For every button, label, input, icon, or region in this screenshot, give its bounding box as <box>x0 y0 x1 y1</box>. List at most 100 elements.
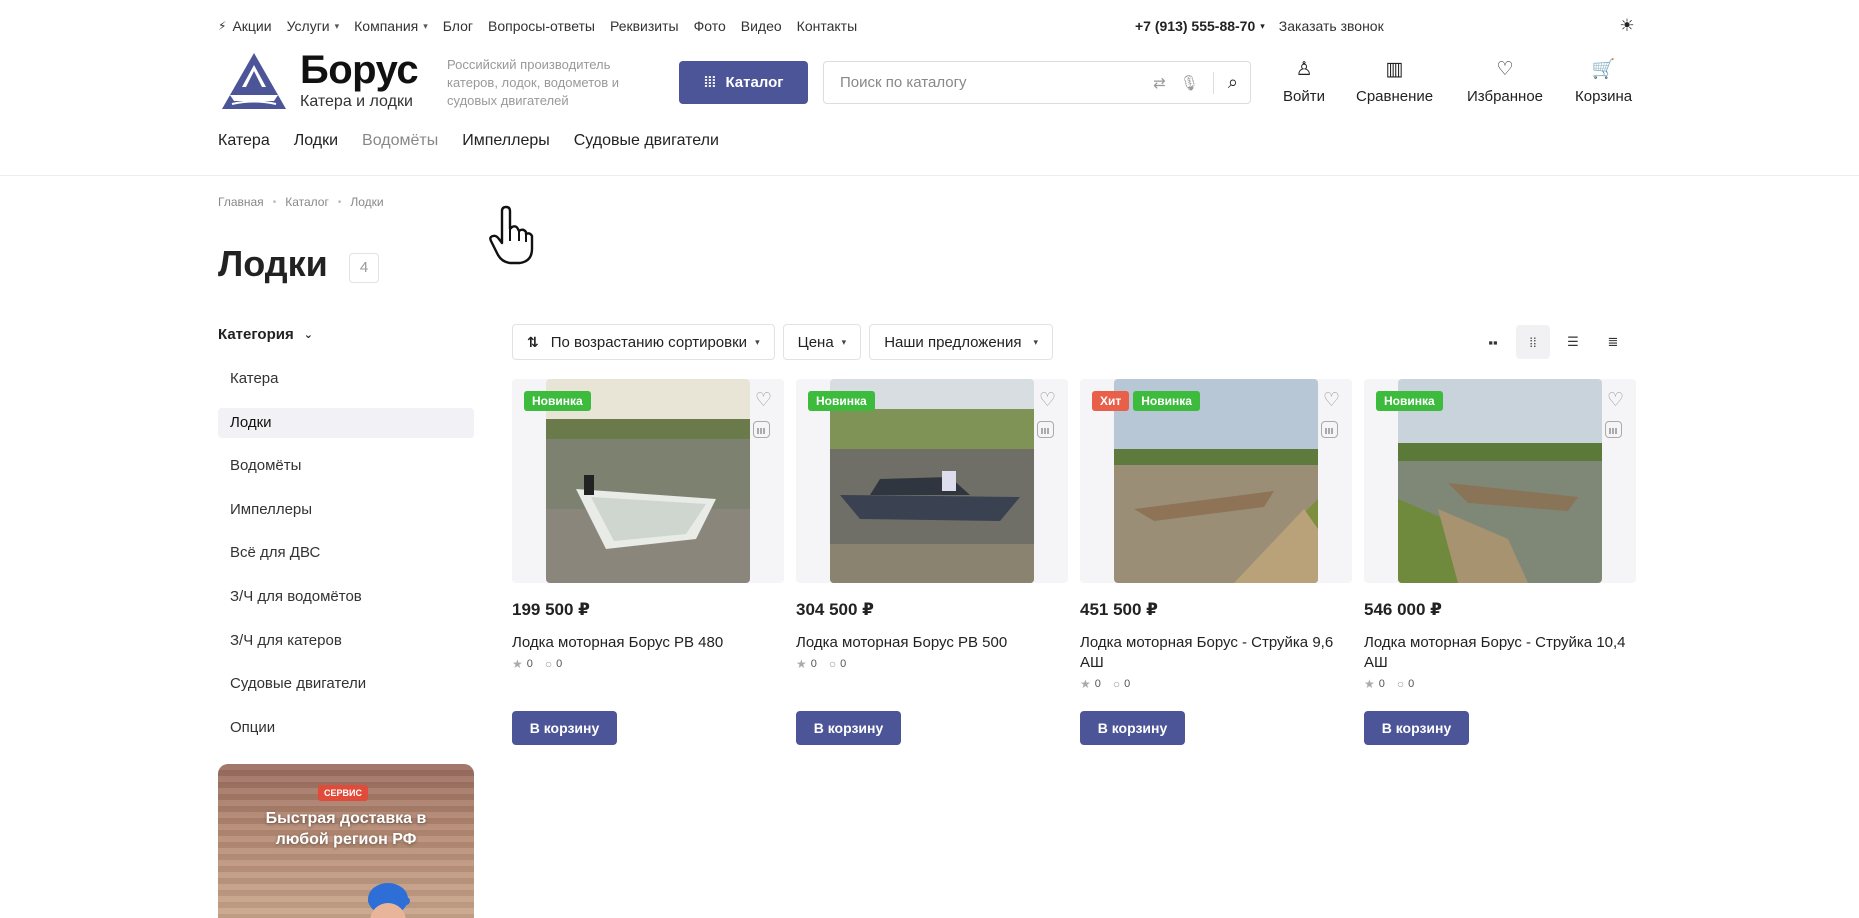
product-card[interactable]: Новинка ♡ 546 000 ₽ Лодка моторная Борус… <box>1364 379 1636 745</box>
search-input[interactable] <box>824 74 1124 91</box>
compact-list-view-icon[interactable]: ≣ <box>1596 325 1630 359</box>
comment-icon: ○ <box>1112 677 1121 691</box>
caret-down-icon: ▾ <box>423 20 428 31</box>
nav-boats-katera[interactable]: Катера <box>218 132 270 150</box>
login-button[interactable]: ♙ Войти <box>1283 58 1325 105</box>
promo-link[interactable]: ⚡ Акции <box>218 18 272 34</box>
breadcrumb-home[interactable]: Главная <box>218 195 264 209</box>
breadcrumb-current: Лодки <box>350 195 384 209</box>
product-name[interactable]: Лодка моторная Борус - Струйка 9,6 АШ <box>1080 633 1352 673</box>
breadcrumb-catalog[interactable]: Каталог <box>285 195 329 209</box>
caret-down-icon: ▾ <box>334 20 340 31</box>
category-item[interactable]: З/Ч для катеров <box>218 626 474 656</box>
category-item[interactable]: Катера <box>218 364 474 394</box>
product-name[interactable]: Лодка моторная Борус РВ 480 <box>512 633 784 653</box>
contacts-link[interactable]: Контакты <box>797 18 857 34</box>
caret-down-icon: ▾ <box>1033 336 1038 347</box>
header-divider <box>0 175 1859 176</box>
video-link[interactable]: Видео <box>741 18 782 34</box>
add-to-cart-button[interactable]: В корзину <box>1364 711 1469 745</box>
category-item[interactable]: Судовые двигатели <box>218 669 474 699</box>
theme-toggle-sun-icon[interactable]: ☀ <box>1617 16 1637 36</box>
category-item[interactable]: Импеллеры <box>218 495 474 525</box>
banner-title: Быстрая доставка в любой регион РФ <box>265 810 427 848</box>
chevron-down-icon: ⌄ <box>303 329 313 341</box>
product-image-area[interactable]: Новинка ♡ <box>796 379 1068 583</box>
faq-link[interactable]: Вопросы-ответы <box>488 18 595 34</box>
add-to-cart-button[interactable]: В корзину <box>1080 711 1185 745</box>
top-menu: ⚡ Акции Услуги ▾ Компания ▾ Блог Вопросы-от… <box>218 14 872 38</box>
favorite-heart-icon[interactable]: ♡ <box>1607 389 1624 412</box>
photo-link[interactable]: Фото <box>694 18 726 34</box>
category-toggle[interactable]: Категория ⌄ <box>218 326 313 343</box>
list-view-icon[interactable]: ☰ <box>1556 325 1590 359</box>
nav-marine-engines[interactable]: Судовые двигатели <box>574 132 719 150</box>
product-image-area[interactable]: Хит Новинка ♡ <box>1080 379 1352 583</box>
requisites-link[interactable]: Реквизиты <box>610 18 679 34</box>
nav-boats-lodki[interactable]: Лодки <box>294 132 338 150</box>
product-price: 304 500 ₽ <box>796 600 875 619</box>
price-filter-dropdown[interactable]: Цена ▾ <box>782 324 862 360</box>
cart-icon: 🛒 <box>1591 59 1616 80</box>
company-menu[interactable]: Компания ▾ <box>354 18 428 34</box>
category-item[interactable]: З/Ч для водомётов <box>218 582 474 612</box>
star-icon: ★ <box>1080 677 1091 691</box>
catalog-button[interactable]: ⁞⁞⁞ Каталог <box>679 61 808 104</box>
star-icon: ★ <box>512 657 523 671</box>
filter-sliders-icon[interactable]: ⇄ <box>1153 74 1166 92</box>
category-item-active[interactable]: Лодки <box>218 407 474 438</box>
breadcrumb-separator: • <box>337 196 342 208</box>
compare-icon[interactable] <box>1037 421 1054 438</box>
logo[interactable]: Борус Катера и лодки <box>218 50 419 111</box>
compare-icon: ▥ <box>1385 59 1404 80</box>
mountain-boat-logo-icon <box>222 52 286 109</box>
microphone-icon[interactable]: 🎙 <box>1180 74 1199 92</box>
product-image-area[interactable]: Новинка ♡ <box>1364 379 1636 583</box>
heart-icon: ♡ <box>1496 59 1514 80</box>
caret-down-icon: ▾ <box>841 336 847 347</box>
delivery-banner[interactable]: СЕРВИС Быстрая доставка в любой регион Р… <box>218 764 474 918</box>
product-card[interactable]: Хит Новинка ♡ 451 500 ₽ Лодка моторная Бо… <box>1080 379 1352 745</box>
services-menu[interactable]: Услуги ▾ <box>287 18 340 34</box>
badge-new: Новинка <box>524 391 591 411</box>
phone-number[interactable]: +7 (913) 555-88-70 <box>1135 18 1255 34</box>
comment-icon: ○ <box>544 657 553 671</box>
product-image-area[interactable]: Новинка ♡ <box>512 379 784 583</box>
product-name[interactable]: Лодка моторная Борус - Струйка 10,4 АШ <box>1364 633 1636 673</box>
add-to-cart-button[interactable]: В корзину <box>512 711 617 745</box>
favorite-heart-icon[interactable]: ♡ <box>755 389 772 412</box>
callback-link[interactable]: Заказать звонок <box>1279 18 1384 34</box>
product-card[interactable]: Новинка ♡ 304 500 ₽ Лодка моторная Борус… <box>796 379 1068 745</box>
badge-new: Новинка <box>808 391 875 411</box>
small-grid-view-icon[interactable]: ⁞⁞ <box>1516 325 1550 359</box>
main-nav: Катера Лодки Водомёты Импеллеры Судовые … <box>218 132 743 150</box>
compare-icon[interactable] <box>753 421 770 438</box>
compare-button[interactable]: ▥ Сравнение <box>1356 58 1433 105</box>
badge-new: Новинка <box>1376 391 1443 411</box>
sort-dropdown[interactable]: ⇅ По возрастанию сортировки ▾ <box>512 324 775 360</box>
compare-icon[interactable] <box>1605 421 1622 438</box>
search-box: ⇄ 🎙 ⌕ <box>823 61 1251 104</box>
category-item[interactable]: Водомёты <box>218 451 474 481</box>
favorite-heart-icon[interactable]: ♡ <box>1039 389 1056 412</box>
product-name[interactable]: Лодка моторная Борус РВ 500 <box>796 633 1068 653</box>
nav-water-jets[interactable]: Водомёты <box>362 132 438 150</box>
filter-bar: ⇅ По возрастанию сортировки ▾ Цена ▾ Наш… <box>512 324 1053 360</box>
cart-button[interactable]: 🛒 Корзина <box>1575 58 1632 105</box>
product-price: 546 000 ₽ <box>1364 600 1443 619</box>
compare-icon[interactable] <box>1321 421 1338 438</box>
favorites-button[interactable]: ♡ Избранное <box>1467 58 1543 105</box>
tagline: Российский производитель катеров, лодок,… <box>447 57 620 108</box>
add-to-cart-button[interactable]: В корзину <box>796 711 901 745</box>
category-item[interactable]: Опции <box>218 713 474 743</box>
offers-filter-dropdown[interactable]: Наши предложения ▾ <box>869 324 1053 360</box>
caret-down-icon[interactable]: ▾ <box>1260 21 1265 32</box>
nav-impellers[interactable]: Импеллеры <box>462 132 550 150</box>
category-item[interactable]: Всё для ДВС <box>218 538 474 568</box>
large-grid-view-icon[interactable]: ▪▪ <box>1476 325 1510 359</box>
blog-link[interactable]: Блог <box>443 18 473 34</box>
breadcrumb: Главная • Каталог • Лодки <box>218 195 384 209</box>
product-card[interactable]: Новинка ♡ 199 500 ₽ Лодка моторная Борус… <box>512 379 784 745</box>
favorite-heart-icon[interactable]: ♡ <box>1323 389 1340 412</box>
search-icon[interactable]: ⌕ <box>1228 72 1238 93</box>
